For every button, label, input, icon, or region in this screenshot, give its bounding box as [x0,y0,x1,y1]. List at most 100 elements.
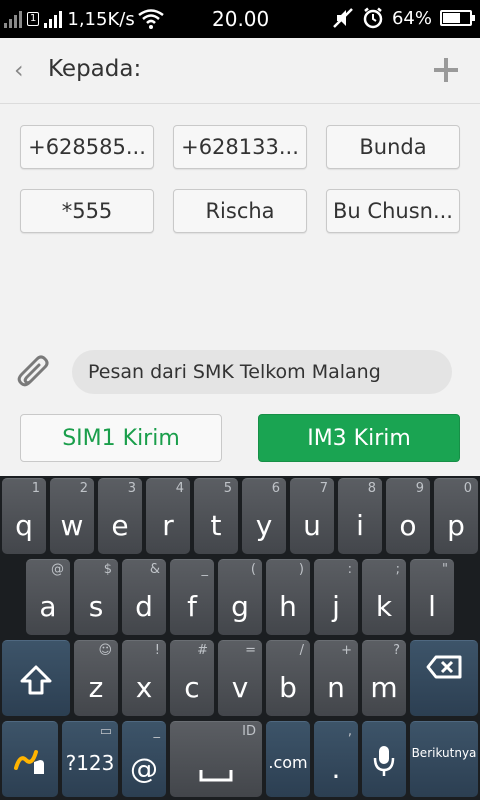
message-input[interactable]: Pesan dari SMK Telkom Malang [72,350,452,394]
key-z[interactable]: ☺ z [74,640,118,716]
key-q[interactable]: 1q [2,478,46,554]
key-hint: 0 [463,481,472,496]
swype-key[interactable] [2,721,58,797]
key-i[interactable]: 8i [338,478,382,554]
backspace-key[interactable] [410,640,478,716]
status-right: 64% [332,7,475,29]
back-chevron-icon[interactable]: ‹ [14,58,24,82]
key-hint: 2 [79,481,88,496]
key-hint: + [341,643,352,658]
period-key[interactable]: , . [314,721,358,797]
key-hint: " [442,562,448,577]
key-hint: ) [298,562,304,577]
at-key[interactable]: _ @ [122,721,166,797]
key-h[interactable]: ) h [266,559,310,635]
key-a[interactable]: @ a [26,559,70,635]
key-label: l [428,590,436,623]
key-label: s [88,590,104,623]
key-w[interactable]: 2w [50,478,94,554]
enter-key[interactable]: Berikutnya [410,721,478,797]
recipient-chip[interactable]: Bu Chusn... [326,189,460,233]
keyboard: ▭ ?123 _ @ ID .com , . Berikutnya 1 q 2 … [0,476,480,800]
key-hint: @ [51,562,64,577]
key-g[interactable]: (g [218,559,262,635]
key-c[interactable]: # c [170,640,214,716]
key-hint: 1 [31,481,40,496]
key-hint: 3 [127,481,136,496]
key-s[interactable]: $ s [74,559,118,635]
key-label: y [255,509,273,542]
shift-icon [20,665,52,695]
key-hint: ; [395,562,400,577]
recipient-chip[interactable]: Rischa [173,189,307,233]
key-label: j [332,590,340,623]
dotcom-key-label: .com [268,753,308,772]
key-label: r [162,509,174,542]
shift-key[interactable] [2,640,70,716]
recipient-chip[interactable]: Bunda [326,125,460,169]
key-d[interactable]: & d [122,559,166,635]
key-label: h [279,590,297,623]
key-label: c [184,671,200,704]
recipient-chip[interactable]: +628133... [173,125,307,169]
key-p[interactable]: 0p [434,478,478,554]
clock: 20.00 [212,7,270,31]
im3-send-button[interactable]: IM3 Kirim [258,414,460,462]
add-recipient-icon[interactable] [432,56,460,84]
period-key-label: . [331,752,341,785]
symbols-key[interactable]: ▭ ?123 [62,721,118,797]
recipient-chip[interactable]: *555 [20,189,154,233]
key-e[interactable]: 3e [98,478,142,554]
key-o[interactable]: 9o [386,478,430,554]
sim1-send-button[interactable]: SIM1 Kirim [20,414,222,462]
key-hint: ! [154,643,160,658]
key-label: k [375,590,393,623]
key-u[interactable]: 7u [290,478,334,554]
app-header: ‹ Kepada: [0,38,480,104]
key-hint: / [299,643,304,658]
key-m[interactable]: ? m [362,640,406,716]
key-hint: 9 [415,481,424,496]
key-y[interactable]: 6y [242,478,286,554]
key-n[interactable]: + n [314,640,358,716]
space-key[interactable]: ID [170,721,262,797]
key-b[interactable]: / b [266,640,310,716]
recipient-chip[interactable]: +628585... [20,125,154,169]
key-v[interactable]: = v [218,640,262,716]
key-x[interactable]: ! x [122,640,166,716]
key-hint: ? [393,643,400,658]
key-l[interactable]: " l [410,559,454,635]
signal-strength-icon [4,10,22,28]
key-r[interactable]: 4r [146,478,190,554]
microphone-key[interactable] [362,721,406,797]
key-t[interactable]: 5t [194,478,238,554]
key-label: t [210,509,222,542]
key-label: v [231,671,249,704]
key-label: m [370,671,398,704]
space-bar-icon [199,770,233,782]
key-label: e [111,509,129,542]
recipient-list: +628585... +628133... Bunda *555 Rischa … [0,105,480,330]
key-hint: _ [201,562,209,577]
key-f[interactable]: _ f [170,559,214,635]
paperclip-icon[interactable] [16,354,56,394]
signal-strength-icon [44,10,63,28]
key-k[interactable]: ; k [362,559,406,635]
page-title: Kepada: [48,56,142,82]
key-j[interactable]: :j [314,559,358,635]
clipboard-icon: ▭ [99,724,112,739]
network-speed: 1,15K/s [67,8,135,30]
key-hint: 6 [271,481,280,496]
dotcom-key[interactable]: .com [266,721,310,797]
wifi-icon [137,9,164,29]
backspace-icon [426,655,462,679]
at-key-label: @ [130,752,158,785]
key-hint: ☺ [98,643,112,658]
battery-fill [443,13,460,23]
key-hint: ( [250,562,256,577]
period-key-sub: , [347,724,352,739]
key-hint: 7 [319,481,328,496]
key-label: p [447,509,465,542]
microphone-icon [373,746,395,776]
swype-icon [14,750,44,774]
